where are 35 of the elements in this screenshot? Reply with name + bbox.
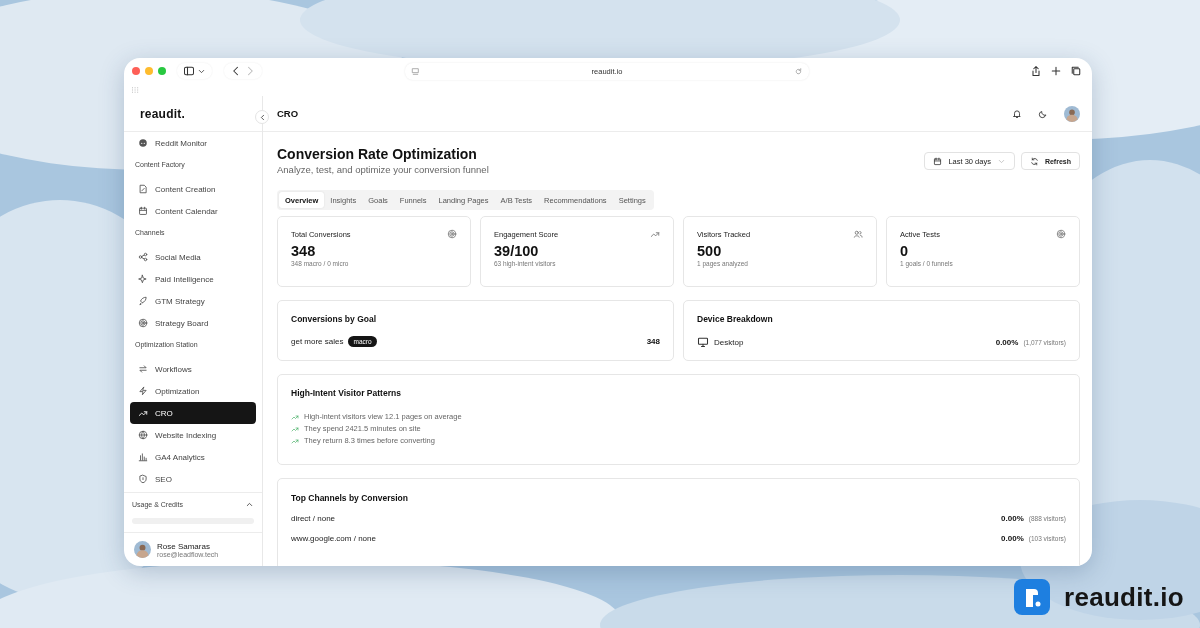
- channel-name: www.google.com / none: [291, 534, 376, 543]
- card-title: Top Channels by Conversion: [291, 493, 409, 503]
- channel-name: direct / none: [291, 514, 336, 523]
- page-title: Conversion Rate Optimization: [277, 146, 478, 163]
- user-name: Rose Samaras: [157, 541, 211, 551]
- brand-name: reaudit.io: [1064, 581, 1184, 613]
- channel-rate: 0.00%: [1001, 514, 1024, 523]
- device-rate: 0.00%: [995, 337, 1019, 347]
- sidebar-item[interactable]: Paid Intelligence: [130, 268, 256, 290]
- card-title: High-Intent Visitor Patterns: [291, 388, 402, 398]
- stat-value: 500: [697, 243, 723, 259]
- card-title: Device Breakdown: [697, 314, 774, 324]
- device-name: Desktop: [714, 337, 744, 347]
- channel-rate: 0.00%: [1001, 534, 1024, 543]
- card-title: Conversions by Goal: [291, 314, 378, 324]
- sidebar-item[interactable]: Content Creation: [130, 178, 256, 200]
- goal-count: 348: [646, 337, 660, 346]
- sidebar-item[interactable]: Optimization: [130, 380, 256, 402]
- sidebar-item[interactable]: Social Media: [130, 246, 256, 268]
- logo: reaudit.: [140, 106, 185, 121]
- sidebar-item[interactable]: SEO: [130, 468, 256, 490]
- page-header-title: CRO: [277, 108, 299, 119]
- stat-value: 39/100: [494, 243, 540, 259]
- sidebar-item[interactable]: Content Calendar: [130, 200, 256, 222]
- sidebar-item[interactable]: Website Indexing: [130, 424, 256, 446]
- stat-value: 0: [900, 243, 910, 259]
- page-subtitle: Analyze, test, and optimize your conversion funnel: [277, 164, 489, 175]
- sidebar-item[interactable]: CRO: [130, 402, 256, 424]
- stat-value: 348: [291, 243, 317, 259]
- sidebar-item[interactable]: Strategy Board: [130, 312, 256, 334]
- sidebar-item[interactable]: Reddit Monitor: [130, 132, 256, 154]
- goal-name: get more sales: [291, 337, 344, 346]
- sidebar-item[interactable]: GA4 Analytics: [130, 446, 256, 468]
- sidebar-item[interactable]: GTM Strategy: [130, 290, 256, 312]
- sidebar-item[interactable]: Workflows: [130, 358, 256, 380]
